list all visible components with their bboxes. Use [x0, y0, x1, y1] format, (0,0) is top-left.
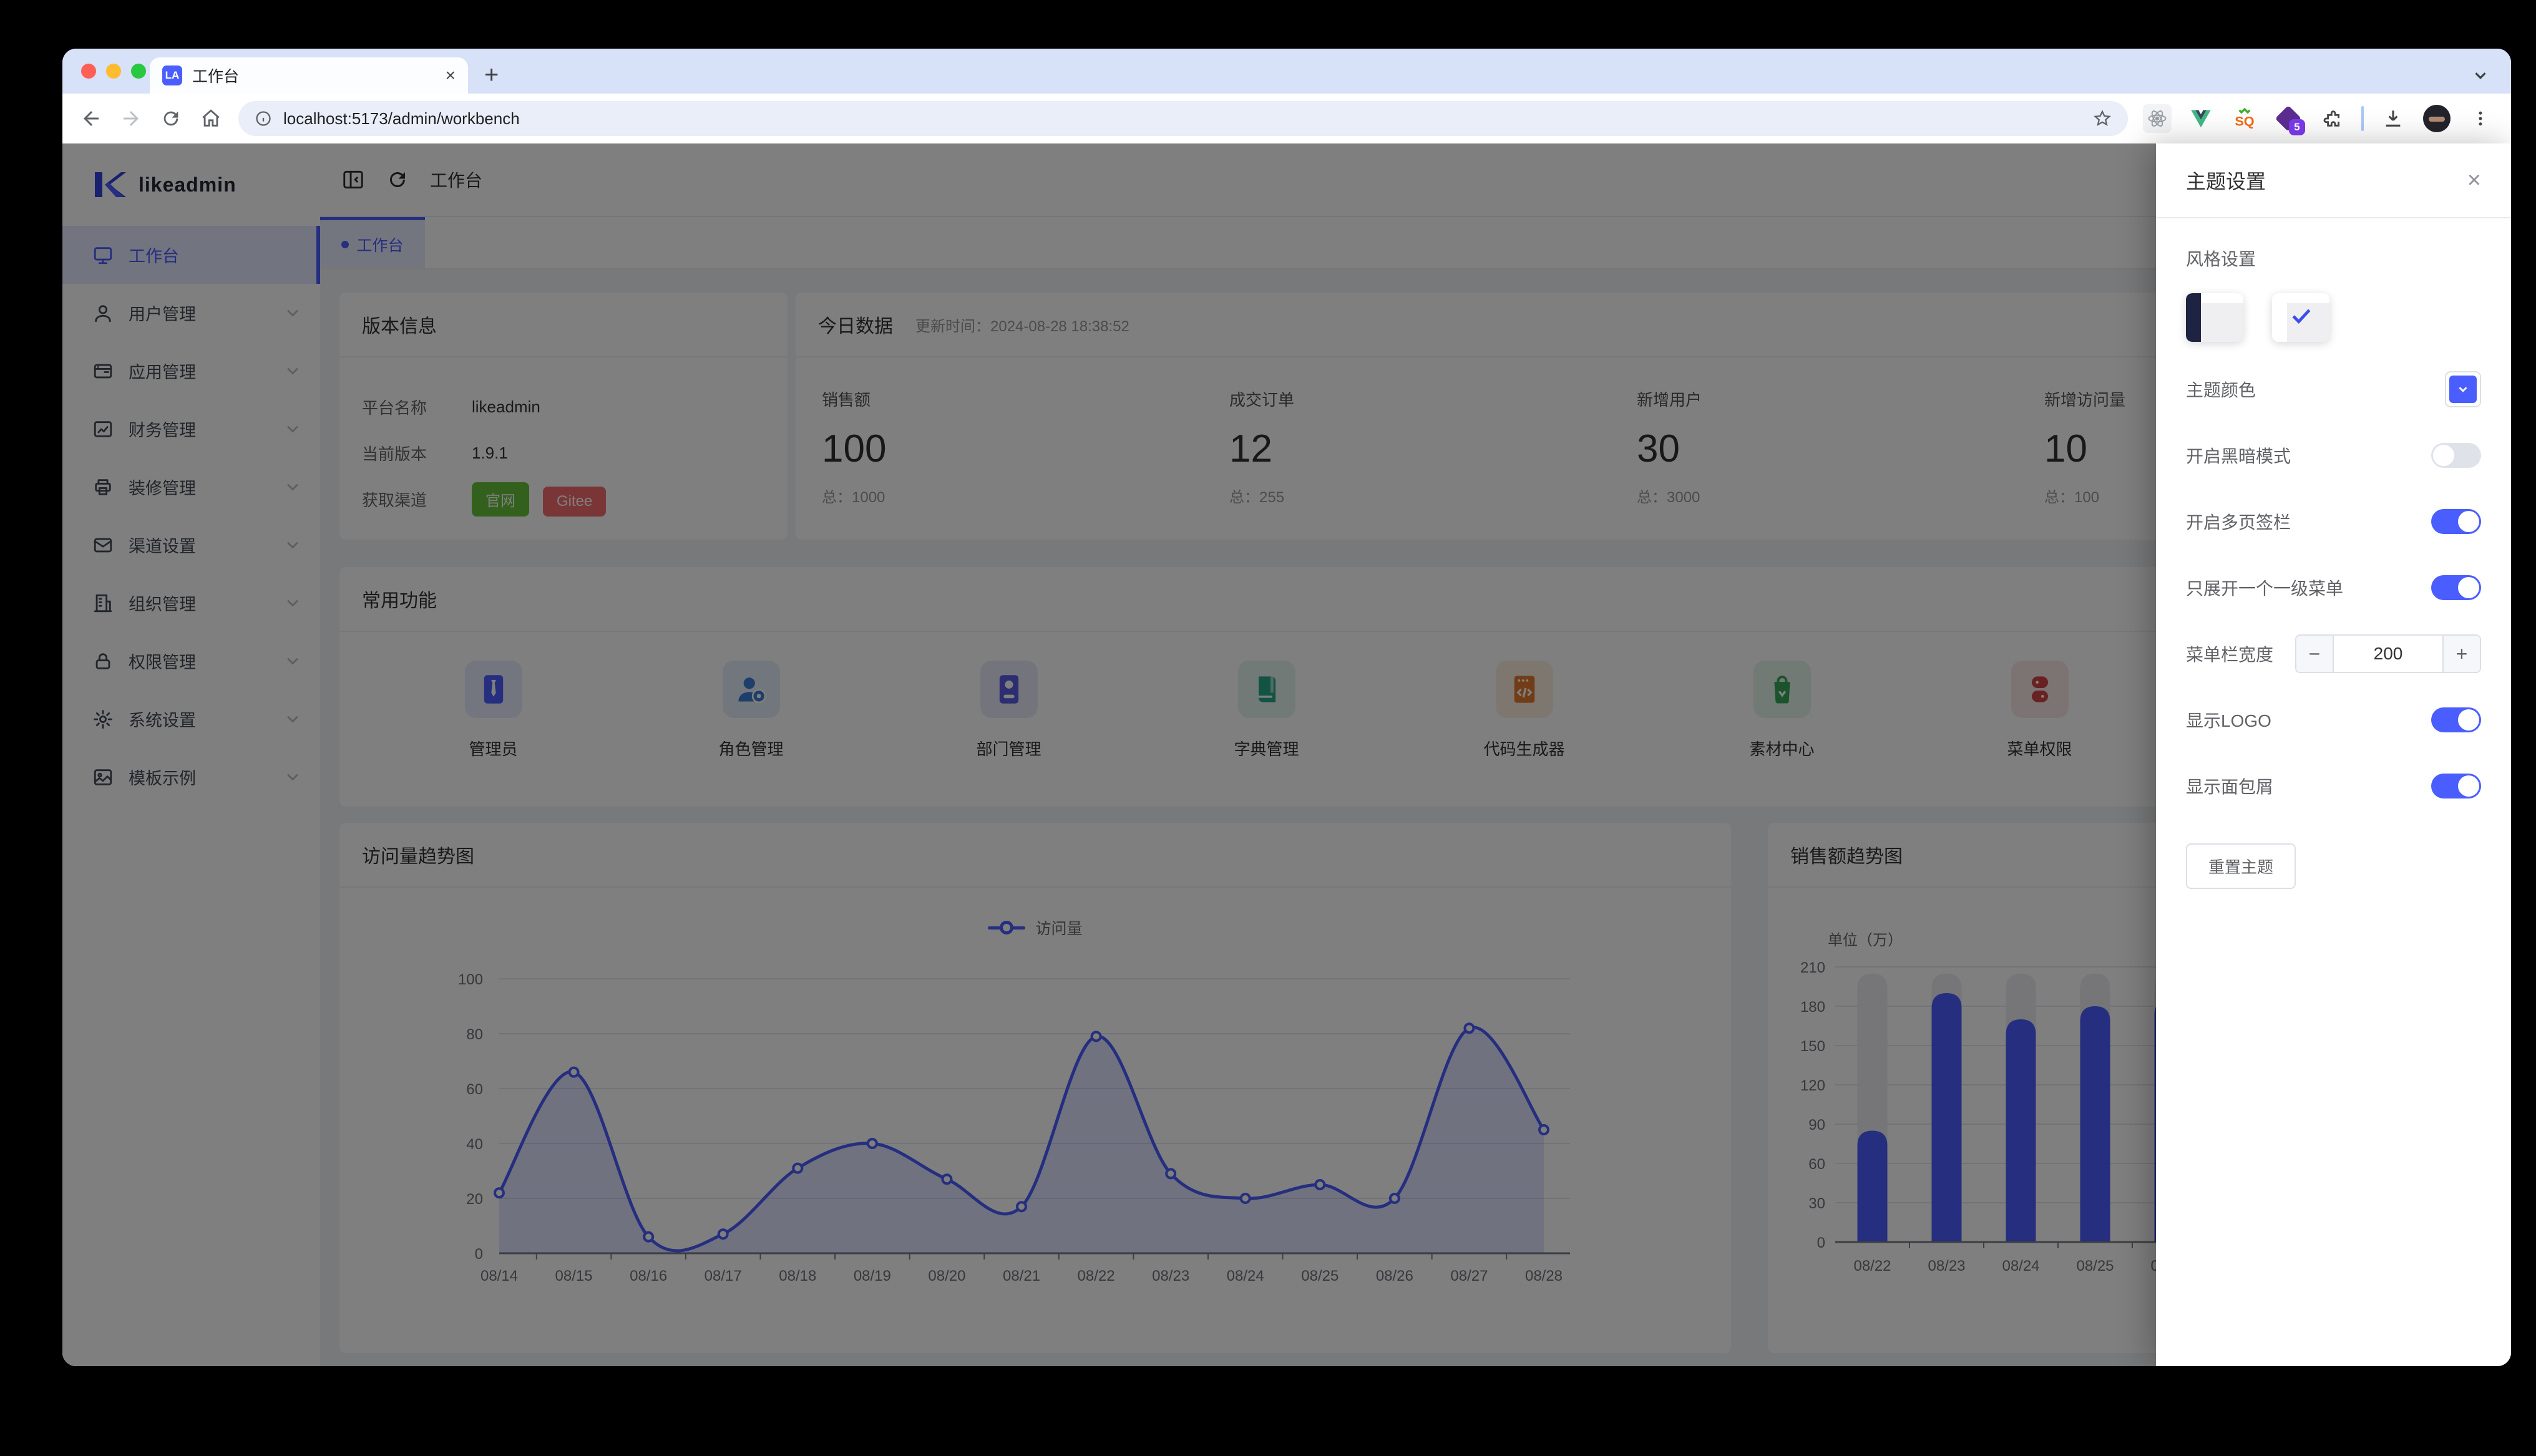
chevron-down-icon: [2459, 387, 2467, 392]
extensions-puzzle-icon[interactable]: [2318, 104, 2346, 133]
react-devtools-icon[interactable]: [2143, 104, 2172, 133]
tab-favicon: LA: [162, 66, 182, 85]
drawer-row: 菜单栏宽度 −200 +: [2186, 634, 2481, 673]
stepper-value[interactable]: 200: [2333, 636, 2444, 672]
address-bar[interactable]: localhost:5173/admin/workbench: [238, 101, 2128, 136]
profile-avatar[interactable]: [2422, 104, 2451, 133]
purple-extension-icon[interactable]: 5: [2274, 104, 2305, 135]
downloads-button[interactable]: [2379, 104, 2407, 133]
maximize-window-button[interactable]: [131, 64, 146, 79]
browser-window: LA 工作台 × + localhost:5173/admin/workbenc…: [62, 49, 2511, 1366]
selected-check-icon: [2292, 309, 2311, 324]
stepper-plus-button[interactable]: +: [2444, 636, 2480, 672]
drawer-row: 只展开一个一级菜单: [2186, 569, 2481, 606]
toggle-开启多页签栏[interactable]: [2431, 509, 2481, 534]
home-button[interactable]: [198, 106, 223, 131]
toggle-显示LOGO[interactable]: [2431, 707, 2481, 732]
sq-extension-icon[interactable]: SQ: [2230, 104, 2259, 133]
reset-theme-button[interactable]: 重置主题: [2186, 843, 2296, 889]
bookmark-star-icon[interactable]: [2093, 109, 2112, 128]
drawer-row: 显示LOGO: [2186, 701, 2481, 739]
menu-width-stepper: −200 +: [2295, 634, 2481, 673]
browser-tab[interactable]: LA 工作台 ×: [150, 57, 468, 94]
reload-button[interactable]: [158, 106, 183, 131]
drawer-title: 主题设置: [2186, 170, 2266, 193]
toggle-显示面包屑[interactable]: [2431, 774, 2481, 798]
admin-page: likeadmin 工作台用户管理应用管理财务管理装修管理渠道设置组织管理权限管…: [62, 143, 2511, 1366]
toolbar-separator: [2361, 106, 2364, 131]
drawer-row: 显示面包屑: [2186, 767, 2481, 805]
close-window-button[interactable]: [81, 64, 96, 79]
back-button[interactable]: [79, 106, 104, 131]
theme-color-picker[interactable]: [2445, 371, 2481, 407]
minimize-window-button[interactable]: [106, 64, 121, 79]
site-info-icon[interactable]: [255, 110, 272, 127]
drawer-close-icon[interactable]: ×: [2467, 168, 2481, 192]
browser-tab-strip: LA 工作台 × +: [62, 49, 2511, 94]
drawer-row: 开启黑暗模式: [2186, 437, 2481, 474]
stepper-minus-button[interactable]: −: [2296, 636, 2333, 672]
window-controls: [81, 64, 146, 79]
browser-menu-icon[interactable]: [2466, 104, 2495, 133]
tab-close-icon[interactable]: ×: [446, 67, 456, 84]
tab-search-chevron-icon[interactable]: [2471, 66, 2490, 85]
theme-settings-drawer: 主题设置 × 风格设置 主题颜色 开启黑暗模式 开启多页签栏 只展开一个一级菜单…: [2156, 143, 2511, 1366]
modal-overlay[interactable]: [62, 143, 2511, 1366]
toggle-开启黑暗模式[interactable]: [2431, 443, 2481, 468]
drawer-row: 开启多页签栏: [2186, 503, 2481, 540]
style-option-light-sidebar[interactable]: [2272, 293, 2329, 342]
browser-toolbar: localhost:5173/admin/workbench SQ 5: [62, 94, 2511, 143]
forward-button[interactable]: [119, 106, 144, 131]
tab-title: 工作台: [192, 68, 240, 85]
toggle-只展开一个一级菜单[interactable]: [2431, 575, 2481, 600]
svg-text:SQ: SQ: [2235, 114, 2254, 129]
url-text[interactable]: localhost:5173/admin/workbench: [283, 109, 2082, 129]
vue-devtools-icon[interactable]: [2187, 104, 2215, 133]
drawer-row: 主题颜色: [2186, 371, 2481, 408]
style-option-dark-sidebar[interactable]: [2186, 293, 2243, 342]
style-section-label: 风格设置: [2186, 250, 2256, 269]
new-tab-button[interactable]: +: [484, 62, 499, 87]
